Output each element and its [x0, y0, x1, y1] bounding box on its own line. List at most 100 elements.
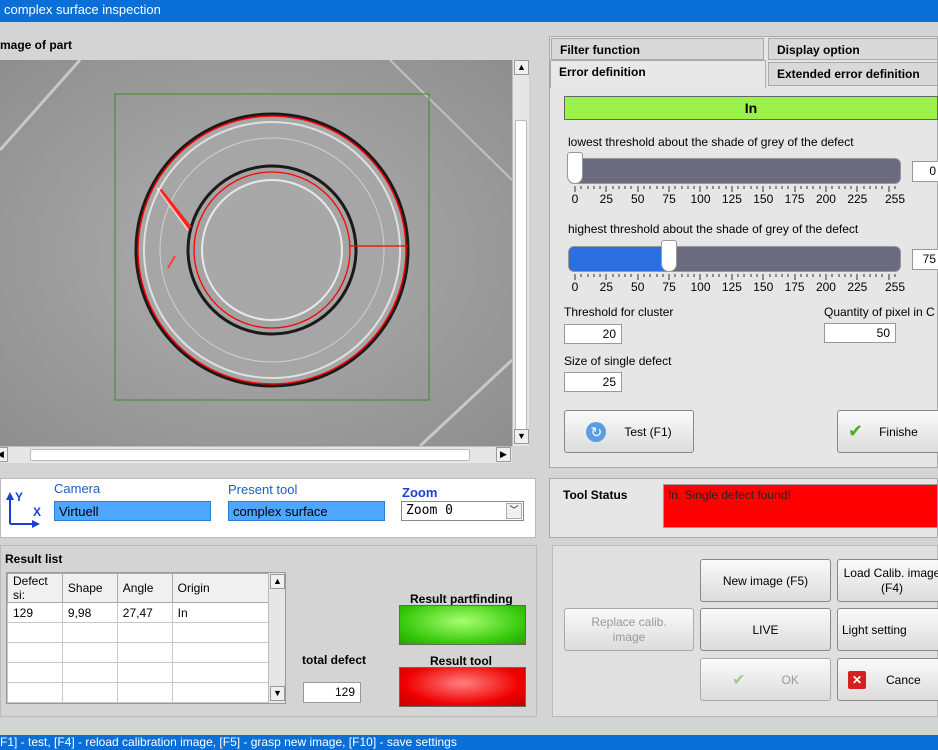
slider-high-value[interactable]: 75	[912, 249, 938, 270]
present-tool-field[interactable]: complex surface	[228, 501, 385, 521]
new-image-button[interactable]: New image (F5)	[700, 559, 831, 602]
slider-tick-mark	[838, 186, 840, 189]
tab-error-definition[interactable]: Error definition	[550, 60, 766, 88]
result-table-scrollbar[interactable]: ▲ ▼	[268, 573, 285, 703]
slider-tick-mark	[580, 274, 582, 277]
table-row-empty	[7, 622, 270, 643]
slider-tick-mark	[894, 274, 896, 277]
slider-tick-mark	[681, 186, 683, 189]
result-list-label: Result list	[5, 552, 63, 566]
scroll-down-icon[interactable]: ▼	[514, 429, 529, 444]
slider-tick-mark	[624, 274, 626, 277]
slider-high-track[interactable]	[568, 246, 901, 272]
slider-tick-mark	[662, 186, 664, 189]
slider-tick-mark	[656, 186, 658, 189]
slider-tick-mark	[681, 274, 683, 277]
quantity-field[interactable]: 50	[824, 323, 896, 343]
cluster-field[interactable]: 20	[564, 324, 622, 344]
slider-tick-mark	[587, 186, 589, 189]
x-axis-label: X	[33, 505, 42, 519]
light-setting-button[interactable]: Light setting	[837, 608, 938, 651]
slider-tick-mark	[831, 186, 833, 189]
slider-tick-mark	[875, 186, 877, 189]
load-calib-image-button[interactable]: Load Calib. image (F4)	[837, 559, 938, 602]
table-row[interactable]: 129 9,98 27,47 In	[7, 602, 270, 623]
table-scroll-down-icon[interactable]: ▼	[270, 686, 285, 701]
slider-tick-mark	[662, 274, 664, 277]
slider-tick-mark	[712, 274, 714, 277]
refresh-icon: ↻	[586, 421, 607, 442]
slider-high-label: highest threshold about the shade of gre…	[568, 222, 859, 236]
slider-tick-mark	[630, 186, 632, 189]
finish-button[interactable]: ✔ Finishe	[837, 410, 938, 453]
finish-button-label: Finishe	[879, 424, 918, 439]
result-tool-label: Result tool	[430, 654, 492, 668]
image-horizontal-scrollbar[interactable]: ◀ ▶	[0, 446, 512, 463]
column-header-origin[interactable]: Origin	[171, 573, 270, 603]
test-button[interactable]: ↻ Test (F1)	[564, 410, 694, 453]
table-scroll-up-icon[interactable]: ▲	[270, 574, 285, 589]
slider-tick-mark	[806, 274, 808, 277]
tab-display-option[interactable]: Display option	[768, 38, 938, 60]
image-panel-label: mage of part	[0, 38, 73, 52]
image-vertical-scrollbar[interactable]: ▲ ▼	[512, 60, 529, 446]
slider-tick-label: 50	[631, 192, 645, 206]
ok-button-label: OK	[781, 672, 799, 687]
slider-low-value[interactable]: 0	[912, 161, 938, 182]
tab-filter-function[interactable]: Filter function	[551, 38, 764, 60]
slider-high-fill	[569, 247, 671, 271]
slider-tick-label: 255	[884, 192, 906, 206]
slider-tick-mark	[643, 186, 645, 189]
scroll-left-icon[interactable]: ◀	[0, 447, 8, 462]
slider-tick-mark	[750, 186, 752, 189]
single-defect-field[interactable]: 25	[564, 372, 622, 392]
scroll-up-icon[interactable]: ▲	[514, 60, 529, 75]
zoom-select[interactable]: Zoom 0 ﹀	[401, 501, 524, 521]
slider-tick-mark	[593, 186, 595, 189]
result-partfinding-indicator	[399, 605, 526, 645]
slider-tick-mark	[593, 274, 595, 277]
result-table-container[interactable]: Defect si: Shape Angle Origin 129 9,98 2…	[6, 572, 286, 704]
slider-tick-mark	[844, 274, 846, 277]
slider-tick-label: 0	[571, 280, 579, 294]
slider-low-thumb[interactable]	[567, 152, 583, 184]
slider-tick-label: 25	[599, 280, 614, 294]
slider-low-track[interactable]	[568, 158, 901, 184]
scroll-right-icon[interactable]: ▶	[496, 447, 511, 462]
slider-tick-mark	[580, 186, 582, 189]
slider-tick-label: 100	[690, 280, 711, 294]
test-button-label: Test (F1)	[624, 424, 672, 439]
slider-tick-label: 125	[721, 280, 742, 294]
ok-button[interactable]: ✔ OK	[700, 658, 831, 701]
live-button[interactable]: LIVE	[700, 608, 831, 651]
cancel-button[interactable]: ✕ Cance	[837, 658, 938, 701]
slider-tick-mark	[775, 274, 777, 277]
column-header-shape[interactable]: Shape	[61, 573, 118, 603]
slider-tick-mark	[819, 274, 821, 277]
slider-tick-mark	[881, 186, 883, 189]
window-title: complex surface inspection	[0, 0, 938, 22]
slider-tick-label: 225	[847, 280, 868, 294]
camera-field[interactable]: Virtuell	[54, 501, 211, 521]
close-icon: ✕	[848, 670, 866, 689]
replace-calib-image-button[interactable]: Replace calib. image	[564, 608, 694, 651]
slider-high-thumb[interactable]	[661, 240, 678, 272]
slider-tick-mark	[812, 274, 814, 277]
slider-tick-mark	[863, 274, 865, 277]
slider-tick-mark	[781, 274, 783, 277]
chevron-down-icon[interactable]: ﹀	[506, 503, 522, 519]
slider-tick-mark	[819, 186, 821, 189]
zoom-select-value: Zoom 0	[406, 503, 453, 518]
tab-extended-error-definition[interactable]: Extended error definition	[768, 62, 938, 86]
part-image	[0, 60, 512, 446]
column-header-defect-size[interactable]: Defect si:	[7, 573, 63, 603]
slider-tick-mark	[693, 186, 695, 189]
cluster-label: Threshold for cluster	[564, 305, 674, 319]
slider-tick-mark	[718, 186, 720, 189]
slider-tick-mark	[587, 274, 589, 277]
status-bar: F1] - test, [F4] - reload calibration im…	[0, 735, 938, 750]
horizontal-scroll-thumb[interactable]	[30, 449, 470, 461]
slider-tick-mark	[831, 274, 833, 277]
column-header-angle[interactable]: Angle	[116, 573, 173, 603]
y-axis-label: Y	[15, 490, 24, 504]
